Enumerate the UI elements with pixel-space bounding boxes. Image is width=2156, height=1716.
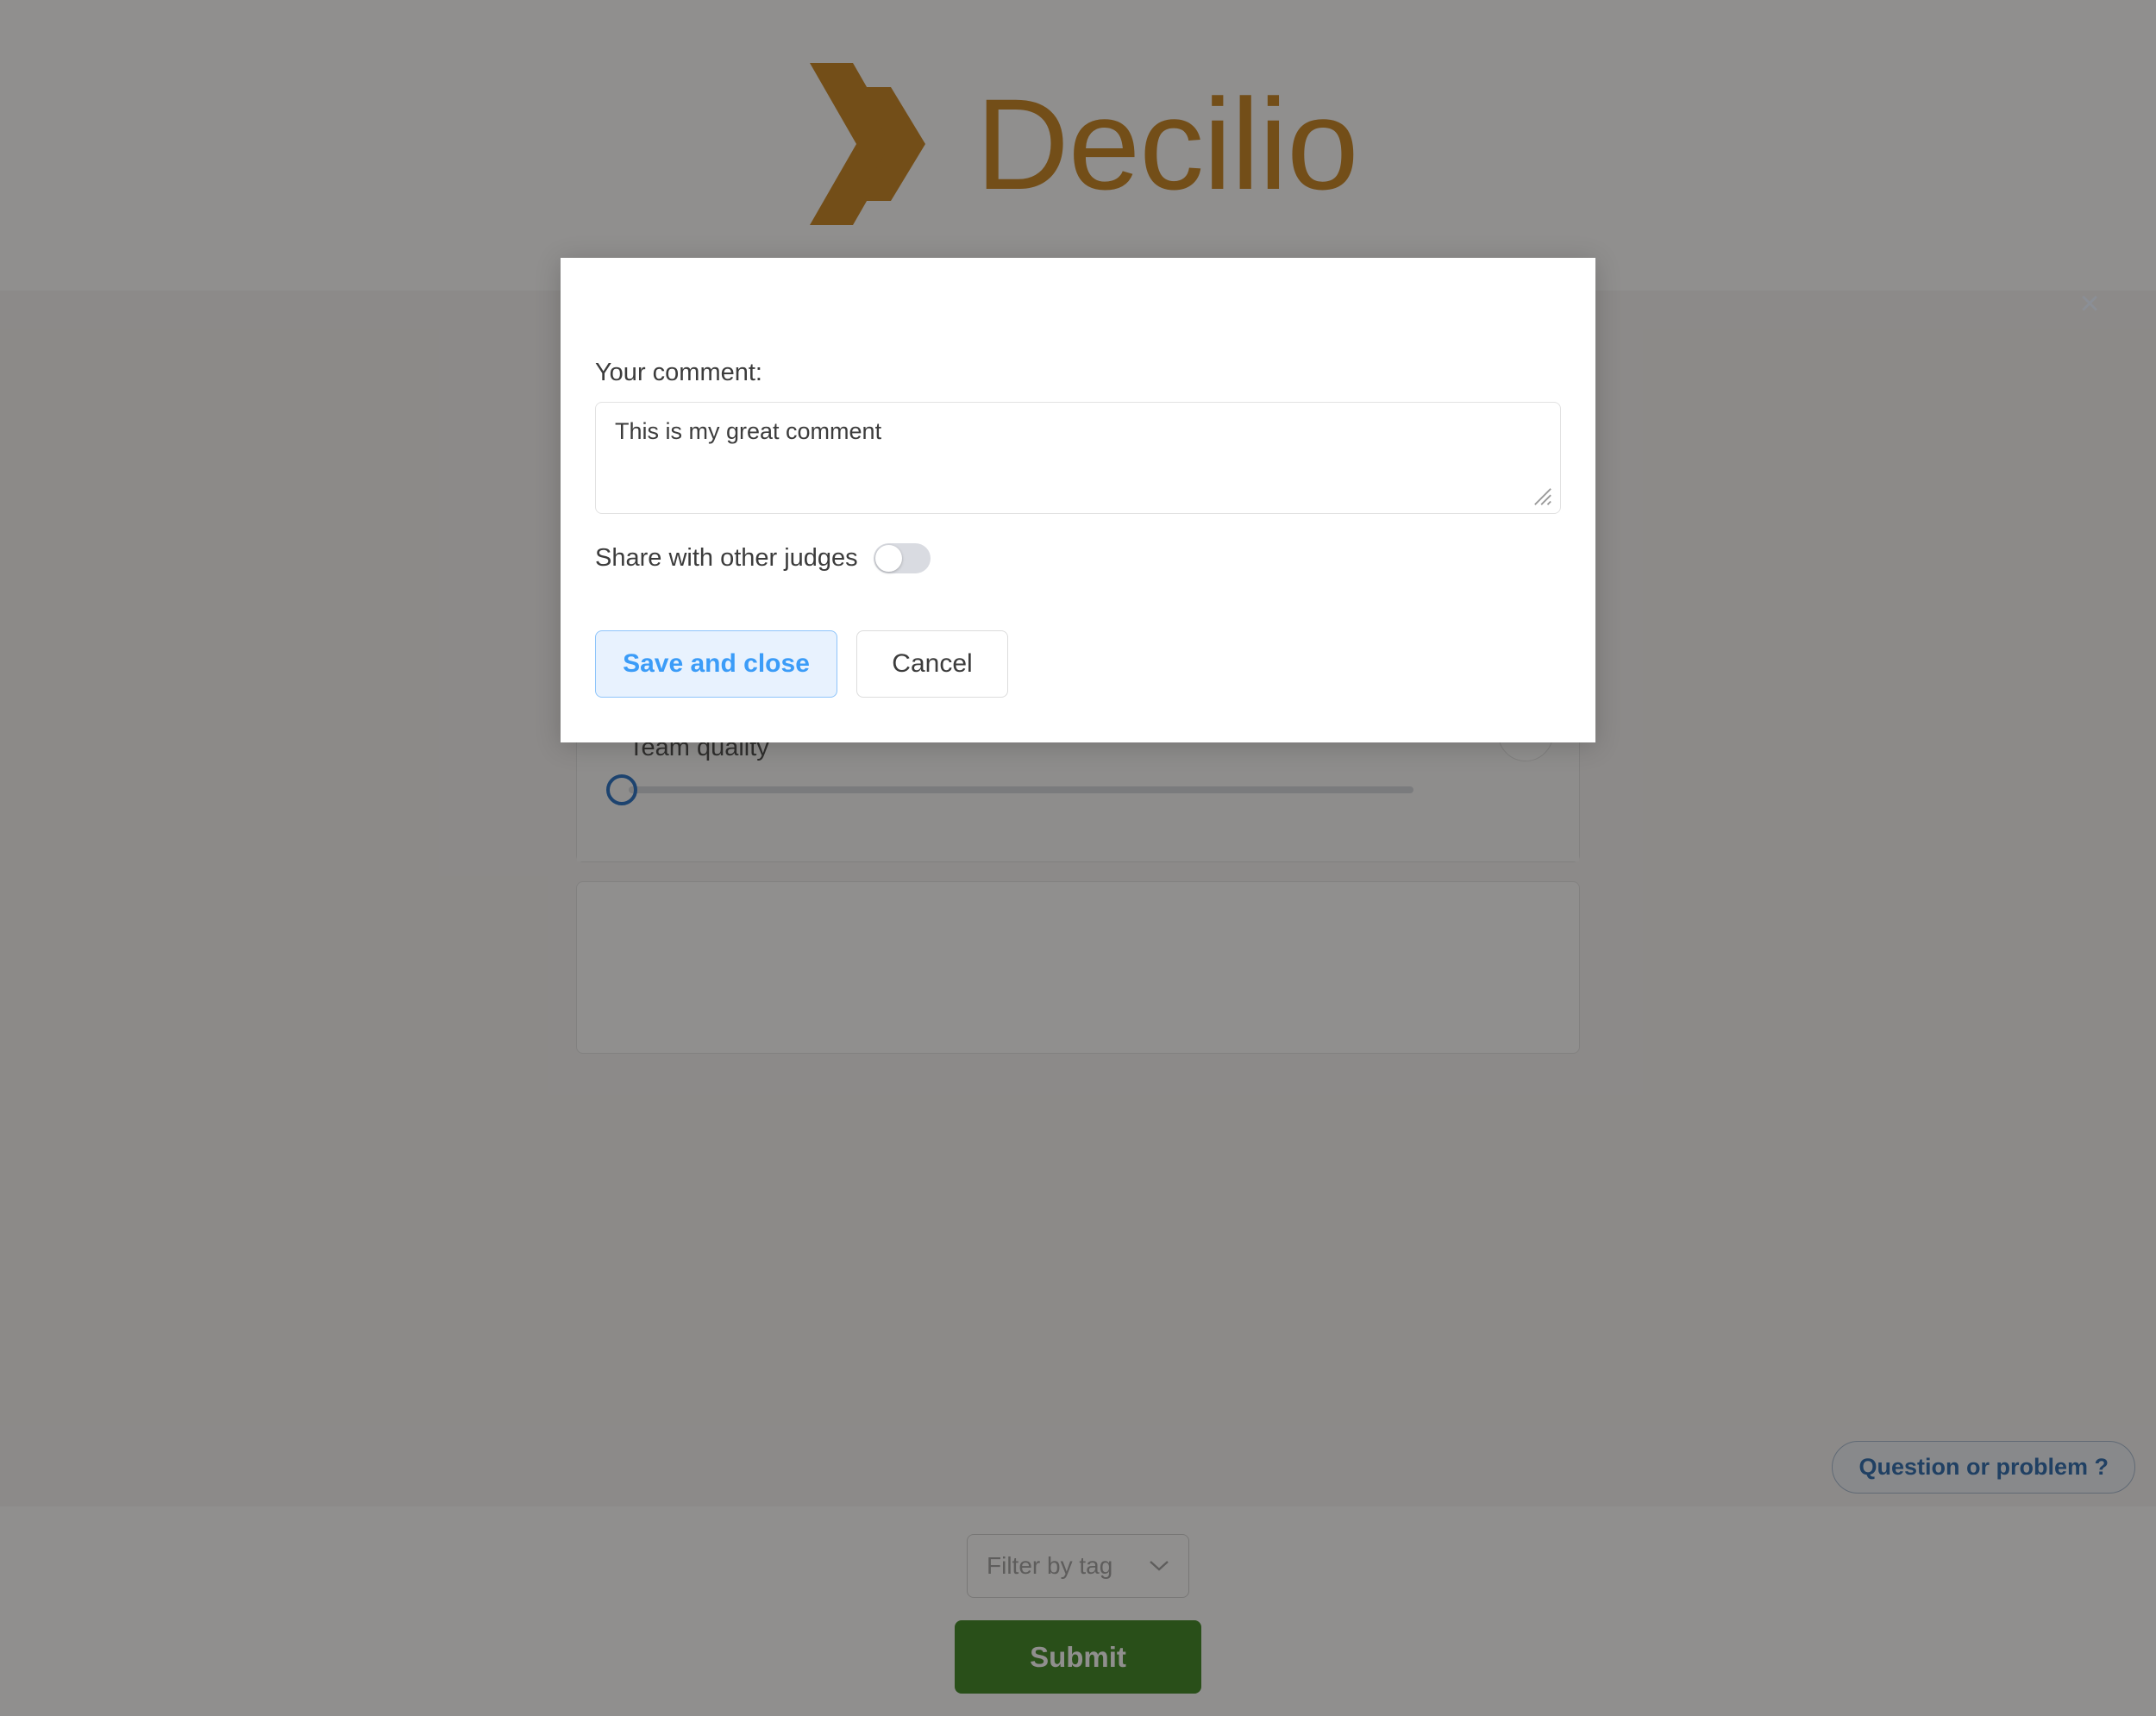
share-toggle-row: Share with other judges: [595, 543, 931, 573]
share-toggle-label: Share with other judges: [595, 544, 858, 572]
cancel-button[interactable]: Cancel: [856, 630, 1008, 698]
share-toggle[interactable]: [873, 543, 931, 573]
close-icon[interactable]: ×: [2071, 285, 2109, 323]
toggle-knob: [874, 545, 902, 572]
modal-actions: Save and close Cancel: [595, 630, 1008, 698]
comment-input[interactable]: [595, 402, 1561, 514]
save-and-close-button[interactable]: Save and close: [595, 630, 837, 698]
comment-field-label: Your comment:: [595, 359, 762, 386]
